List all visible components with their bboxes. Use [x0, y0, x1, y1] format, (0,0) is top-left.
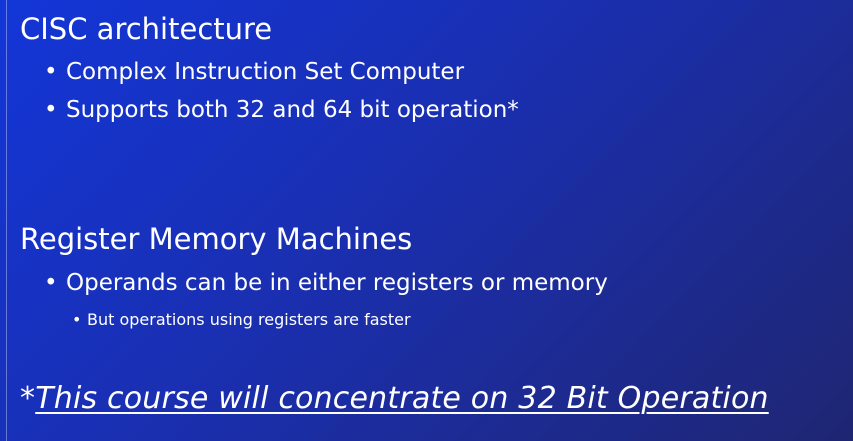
note-asterisk: * — [20, 381, 36, 416]
sub-bullet-registers-faster: • But operations using registers are fast… — [72, 310, 411, 330]
course-note: *This course will concentrate on 32 Bit … — [20, 381, 769, 417]
bullet-operands: • Operands can be in either registers or … — [44, 269, 608, 297]
slide-edge-line — [6, 0, 7, 441]
bullet-dot: • — [72, 310, 82, 329]
bullet-text: Operands can be in either registers or m… — [66, 270, 608, 296]
bullet-text: But operations using registers are faste… — [87, 310, 411, 329]
heading-register-memory-machines: Register Memory Machines — [20, 222, 413, 256]
bullet-complex-instruction-set: • Complex Instruction Set Computer — [44, 58, 464, 86]
bullet-supports-32-64: • Supports both 32 and 64 bit operation* — [44, 96, 519, 124]
bullet-dot: • — [44, 59, 58, 85]
bullet-text: Complex Instruction Set Computer — [66, 59, 465, 85]
bullet-dot: • — [44, 97, 58, 123]
note-text: This course will concentrate on 32 Bit O… — [35, 381, 769, 416]
bullet-text: Supports both 32 and 64 bit operation* — [66, 97, 519, 123]
bullet-dot: • — [44, 270, 58, 296]
heading-cisc-architecture: CISC architecture — [20, 12, 273, 46]
slide: CISC architecture • Complex Instruction S… — [0, 0, 853, 441]
